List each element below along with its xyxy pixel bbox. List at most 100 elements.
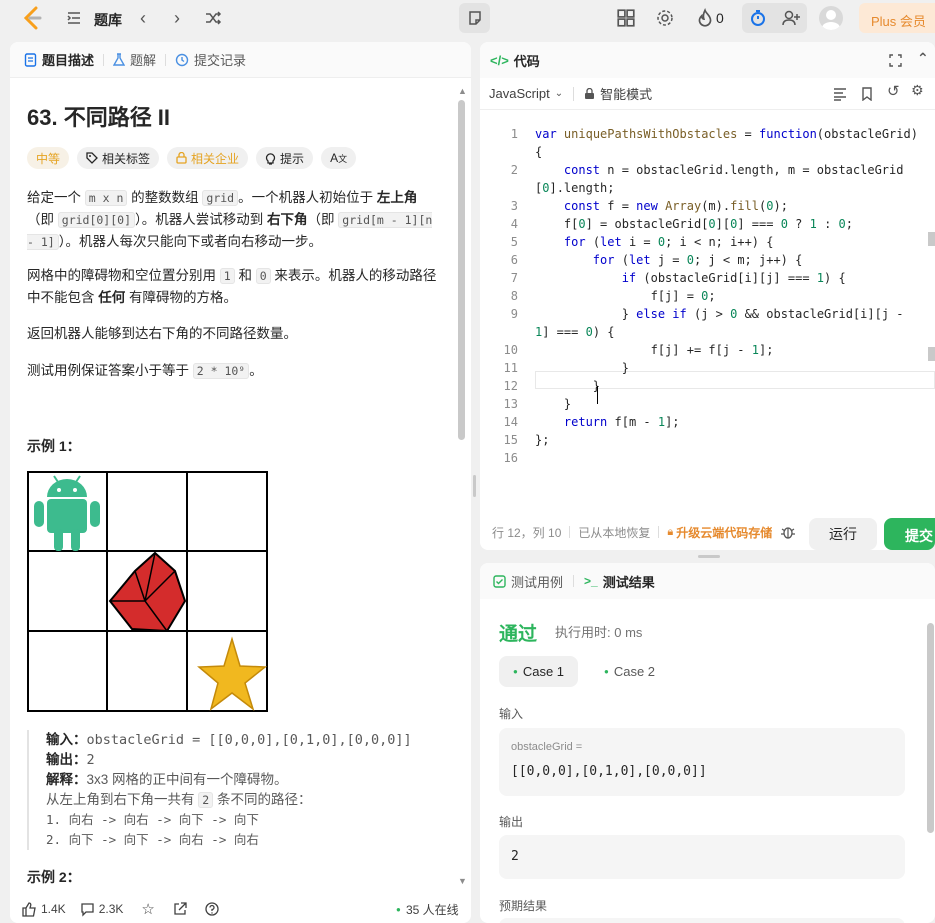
stopwatch-icon[interactable] [749, 9, 767, 27]
code-line: } [535, 379, 601, 393]
tab-solutions[interactable]: 题解 [113, 50, 156, 69]
upgrade-cloud-link[interactable]: 升级云端代码存储 [676, 524, 772, 541]
desc-text: 的整数数组 [127, 190, 203, 205]
code-line: const f = new Array(m).fill(0); [563, 199, 788, 213]
case-2-tab[interactable]: ● Case 2 [590, 656, 669, 687]
bookmark-icon[interactable] [861, 87, 873, 101]
language-select[interactable]: JavaScript [489, 86, 550, 101]
notes-button[interactable] [459, 3, 490, 33]
plus-member-button[interactable]: Plus 会员 [859, 3, 935, 33]
submit-button[interactable]: 提交 [884, 518, 935, 550]
code-line: f[j] = 0; [535, 289, 716, 303]
expected-box [499, 918, 905, 923]
line-number: 2 [510, 163, 518, 177]
tab-submissions[interactable]: 提交记录 [175, 50, 246, 69]
input-value: obstacleGrid = [[0,0,0],[0,1,0],[0,0,0]] [86, 732, 412, 748]
line-number: 6 [510, 253, 518, 267]
fullscreen-icon[interactable] [889, 54, 902, 67]
description-paragraph-1: 给定一个 m x n 的整数数组 grid 。一个机器人初始位于 左上角 （即 gr… [27, 187, 442, 253]
code-scroll-thumb[interactable] [928, 232, 935, 246]
desc-text: 网格中的障碍物和空位置分别用 [27, 268, 220, 283]
description-paragraph-3: 返回机器人能够到达右下角的不同路径数量。 [27, 326, 297, 341]
star-favorite-icon[interactable]: ☆ [141, 900, 154, 918]
example-1-title: 示例 1： [27, 438, 81, 454]
tab-test-cases[interactable]: 测试用例 [511, 572, 563, 591]
case-1-tab[interactable]: ● Case 1 [499, 656, 579, 687]
line-number: 3 [510, 199, 518, 213]
settings-icon[interactable]: ⚙ [911, 82, 924, 99]
format-icon[interactable] [833, 87, 847, 101]
description-scrollbar[interactable] [458, 100, 465, 440]
problem-list-icon[interactable] [66, 10, 82, 26]
online-dot-icon: ● [396, 904, 401, 914]
avatar[interactable] [819, 6, 843, 30]
likes-count[interactable]: 1.4K [41, 902, 66, 916]
line-number [480, 323, 518, 341]
vertical-resize-handle[interactable] [698, 555, 720, 558]
related-tags-button[interactable]: 相关标签 [77, 147, 160, 169]
description-paragraph-2: 网格中的障碍物和空位置分别用 1 和 0 来表示。机器人的移动路径中不能包含 任… [27, 265, 442, 308]
problem-title[interactable]: 63. 不同路径 II [27, 100, 170, 132]
code-header: </> 代码 ⌃ [480, 42, 935, 78]
tag-icon [86, 152, 98, 164]
related-companies-label: 相关企业 [191, 151, 240, 166]
comments-count[interactable]: 2.3K [99, 902, 124, 916]
comment-icon[interactable] [80, 902, 95, 917]
result-scrollbar[interactable] [927, 623, 934, 833]
tab-submissions-label: 提交记录 [194, 53, 247, 68]
tab-divider [165, 53, 167, 66]
example-input-line: 输入：obstacleGrid = [[0,0,0],[0,1,0],[0,0,… [46, 730, 447, 750]
help-icon[interactable] [205, 902, 219, 916]
tab-test-result[interactable]: 测试结果 [603, 572, 655, 591]
problem-panel: 题目描述 题解 提交记录 63. 不同路径 II 中等 相关标签 相关企业 提示… [10, 42, 471, 923]
code-line: const n = obstacleGrid.length, m = obsta… [563, 163, 904, 177]
result-panel: 测试用例 >_ 测试结果 通过 执行用时: 0 ms ● Case 1 ● Ca… [480, 563, 935, 923]
code-line: }; [535, 433, 550, 447]
related-companies-button[interactable]: 相关企业 [167, 147, 249, 169]
explain-label: 解释： [46, 772, 87, 787]
note-icon [468, 11, 481, 25]
history-icon [175, 53, 189, 66]
thumbs-up-icon[interactable] [22, 901, 37, 917]
debug-icon[interactable] [780, 524, 796, 540]
problem-badges: 中等 相关标签 相关企业 提示 A文 [27, 147, 357, 169]
desc-text: 和 [234, 268, 256, 283]
problem-bank-title[interactable]: 题库 [94, 10, 122, 30]
desc-text: 。 [249, 363, 263, 378]
code-scroll-marker [928, 347, 935, 361]
share-icon[interactable] [173, 902, 187, 916]
scroll-down-icon[interactable]: ▼ [458, 876, 467, 886]
add-friend-icon[interactable] [781, 9, 801, 27]
tab-description[interactable]: 题目描述 [24, 50, 94, 69]
smart-mode-label[interactable]: 智能模式 [600, 84, 652, 103]
collapse-icon[interactable]: ⌃ [917, 50, 929, 67]
desc-bold: 右下角 [267, 212, 308, 227]
code-title: 代码 [513, 53, 540, 69]
case-1-label: Case 1 [522, 664, 565, 679]
reset-icon[interactable]: ↺ [887, 82, 900, 100]
scroll-up-icon[interactable]: ▲ [458, 86, 467, 96]
line-number: 11 [503, 361, 518, 375]
shuffle-icon[interactable] [203, 8, 223, 28]
prev-problem-icon[interactable]: ‹ [140, 9, 146, 27]
desc-text: 有障碍物的方格。 [125, 290, 238, 305]
translate-button[interactable]: A文 [321, 147, 357, 169]
panel-resize-handle[interactable] [473, 475, 476, 497]
inline-code: grid[0][0] [57, 212, 136, 228]
desc-text: （即 [307, 212, 339, 227]
leetcode-logo-icon[interactable] [22, 6, 44, 30]
fire-icon[interactable] [695, 8, 715, 28]
next-problem-icon[interactable]: › [174, 9, 180, 27]
layout-grid-icon[interactable] [616, 8, 636, 28]
inline-code: 0 [255, 268, 271, 284]
run-button[interactable]: 运行 [809, 518, 877, 550]
hint-button[interactable]: 提示 [256, 147, 314, 169]
desc-text: 给定一个 [27, 190, 85, 205]
line-number: 10 [503, 343, 518, 357]
result-status: 通过 [499, 624, 538, 645]
output-label: 输出： [46, 752, 87, 767]
chevron-down-icon[interactable]: ⌄ [555, 88, 563, 99]
code-line: } [535, 361, 629, 375]
settings-gear-icon[interactable] [655, 8, 675, 28]
input-section-label: 输入 [499, 707, 524, 721]
